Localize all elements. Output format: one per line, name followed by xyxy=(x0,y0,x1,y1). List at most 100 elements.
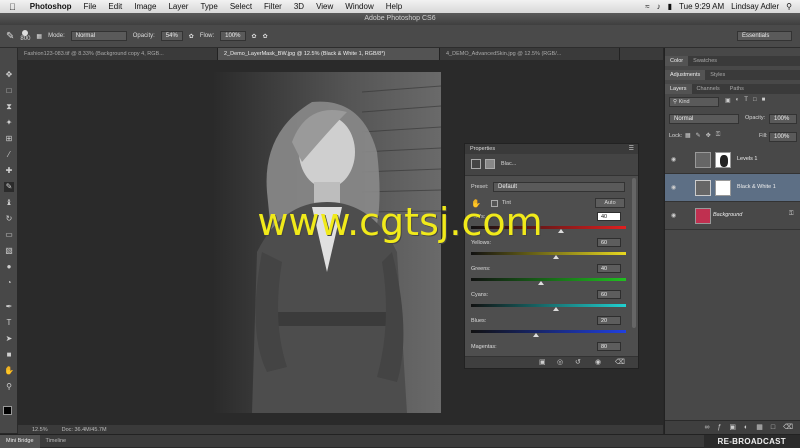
filter-type-icon[interactable]: T xyxy=(744,97,748,107)
slider-track[interactable] xyxy=(471,252,626,255)
auto-button[interactable]: Auto xyxy=(595,198,625,208)
crop-tool-icon[interactable]: ⊞ xyxy=(4,134,14,144)
lock-transparency-icon[interactable]: ▦ xyxy=(685,132,691,139)
visibility-eye-icon[interactable]: ◉ xyxy=(671,156,676,163)
menu-help[interactable]: Help xyxy=(380,2,408,11)
slider-value-input[interactable]: 40 xyxy=(597,212,621,221)
mode-select[interactable]: Normal xyxy=(71,31,127,41)
slider-track[interactable] xyxy=(471,226,626,229)
properties-title[interactable]: Properties xyxy=(465,144,638,154)
shape-tool-icon[interactable]: ■ xyxy=(4,350,14,360)
brush-preset-picker[interactable]: 800 xyxy=(20,30,30,43)
eraser-tool-icon[interactable]: ▭ xyxy=(4,230,14,240)
tab-fashion[interactable]: Fashion123-083.tif @ 8.33% (Background c… xyxy=(18,48,218,60)
hand-tool-icon[interactable]: ✋ xyxy=(4,366,14,376)
mask-icon[interactable] xyxy=(485,159,495,169)
slider-value-input[interactable]: 60 xyxy=(597,238,621,247)
search-icon[interactable]: ⚲ xyxy=(786,2,792,11)
brush-panel-icon[interactable]: ▦ xyxy=(36,33,42,40)
properties-scrollbar[interactable] xyxy=(632,178,636,328)
pen-tool-icon[interactable]: ✒ xyxy=(4,302,14,312)
tab-swatches[interactable]: Swatches xyxy=(688,56,722,66)
opacity-input[interactable]: 54% xyxy=(161,31,183,41)
menu-window[interactable]: Window xyxy=(339,2,379,11)
menu-app[interactable]: Photoshop xyxy=(24,2,78,11)
new-adjustment-icon[interactable]: ◐ xyxy=(744,421,748,434)
flow-input[interactable]: 100% xyxy=(220,31,245,41)
delete-layer-icon[interactable]: ⌫ xyxy=(783,421,793,434)
slider-track[interactable] xyxy=(471,330,626,333)
panel-menu-icon[interactable]: ☰ xyxy=(629,145,634,152)
menu-file[interactable]: File xyxy=(78,2,103,11)
stamp-tool-icon[interactable]: ♝ xyxy=(4,198,14,208)
blend-mode-select[interactable]: Normal xyxy=(669,114,739,124)
clock[interactable]: Tue 9:29 AM xyxy=(679,2,724,11)
reset-icon[interactable]: ↺ xyxy=(575,358,581,366)
layer-mask-thumbnail[interactable] xyxy=(715,152,731,168)
apple-icon[interactable]:  xyxy=(0,2,24,12)
slider-value-input[interactable]: 60 xyxy=(597,290,621,299)
workspace-select[interactable]: Essentials xyxy=(737,31,792,41)
preset-select[interactable]: Default xyxy=(493,182,625,192)
menu-type[interactable]: Type xyxy=(194,2,223,11)
fill-input[interactable]: 100% xyxy=(769,132,797,142)
tab-timeline[interactable]: Timeline xyxy=(40,435,73,448)
layer-row-black-white[interactable]: ◉ Black & White 1 xyxy=(665,174,800,202)
dodge-tool-icon[interactable]: ◔ xyxy=(4,278,14,288)
link-layers-icon[interactable]: ∞ xyxy=(704,421,709,434)
layer-mask-thumbnail[interactable] xyxy=(715,180,731,196)
menu-edit[interactable]: Edit xyxy=(102,2,128,11)
lock-all-icon[interactable]: ⚿ xyxy=(716,132,721,139)
slider-track[interactable] xyxy=(471,304,626,307)
pressure-size-icon[interactable]: ✿ xyxy=(263,33,268,40)
menu-3d[interactable]: 3D xyxy=(288,2,310,11)
slider-value-input[interactable]: 40 xyxy=(597,264,621,273)
slider-thumb[interactable] xyxy=(553,307,559,311)
menu-select[interactable]: Select xyxy=(224,2,258,11)
pressure-opacity-icon[interactable]: ✿ xyxy=(189,33,194,40)
tab-adjustments[interactable]: Adjustments xyxy=(665,70,705,80)
visibility-icon[interactable]: ◉ xyxy=(595,358,601,366)
tab-demo-advancedskin[interactable]: 4_DEMO_AdvancedSkin.jpg @ 12.5% (RGB/... xyxy=(440,48,620,60)
slider-value-input[interactable]: 20 xyxy=(597,316,621,325)
layer-row-levels[interactable]: ◉ Levels 1 xyxy=(665,146,800,174)
kind-filter-select[interactable]: ⚲ Kind xyxy=(669,97,719,107)
layer-row-background[interactable]: ◉ Background ⚿ xyxy=(665,202,800,230)
slider-track[interactable] xyxy=(471,278,626,281)
move-tool-icon[interactable]: ✥ xyxy=(4,70,14,80)
airbrush-icon[interactable]: ✿ xyxy=(252,33,257,40)
adjustment-icon[interactable] xyxy=(471,159,481,169)
menu-layer[interactable]: Layer xyxy=(162,2,194,11)
type-tool-icon[interactable]: T xyxy=(4,318,14,328)
view-previous-icon[interactable]: ◎ xyxy=(557,358,563,366)
lasso-tool-icon[interactable]: ⧗ xyxy=(4,102,14,112)
zoom-level[interactable]: 12.5% xyxy=(32,427,48,433)
brush-tool-icon[interactable]: ✎ xyxy=(4,182,14,192)
visibility-eye-icon[interactable]: ◉ xyxy=(671,184,676,191)
tab-layers[interactable]: Layers xyxy=(665,84,692,94)
tint-checkbox[interactable] xyxy=(491,200,498,207)
slider-thumb[interactable] xyxy=(558,229,564,233)
delete-icon[interactable]: ⌫ xyxy=(615,358,625,366)
fx-icon[interactable]: ƒ xyxy=(717,421,721,434)
history-brush-tool-icon[interactable]: ↻ xyxy=(4,214,14,224)
visibility-eye-icon[interactable]: ◉ xyxy=(671,212,676,219)
doc-size[interactable]: Doc: 36.4M/45.7M xyxy=(62,427,107,433)
new-group-icon[interactable]: ▦ xyxy=(756,421,763,434)
eyedropper-tool-icon[interactable]: ⁄ xyxy=(4,150,14,160)
path-select-tool-icon[interactable]: ➤ xyxy=(4,334,14,344)
menu-view[interactable]: View xyxy=(310,2,339,11)
battery-icon[interactable]: ▮ xyxy=(668,2,672,11)
filter-smart-icon[interactable]: ■ xyxy=(762,97,766,107)
lock-position-icon[interactable]: ✥ xyxy=(706,132,711,139)
slider-thumb[interactable] xyxy=(538,281,544,285)
wifi-icon[interactable]: ≈ xyxy=(645,2,649,11)
quick-select-tool-icon[interactable]: ✦ xyxy=(4,118,14,128)
blur-tool-icon[interactable]: ● xyxy=(4,262,14,272)
add-mask-icon[interactable]: ▣ xyxy=(729,421,736,434)
menu-filter[interactable]: Filter xyxy=(258,2,288,11)
user-name[interactable]: Lindsay Adler xyxy=(731,2,779,11)
healing-tool-icon[interactable]: ✚ xyxy=(4,166,14,176)
tab-color[interactable]: Color xyxy=(665,56,688,66)
slider-thumb[interactable] xyxy=(553,255,559,259)
